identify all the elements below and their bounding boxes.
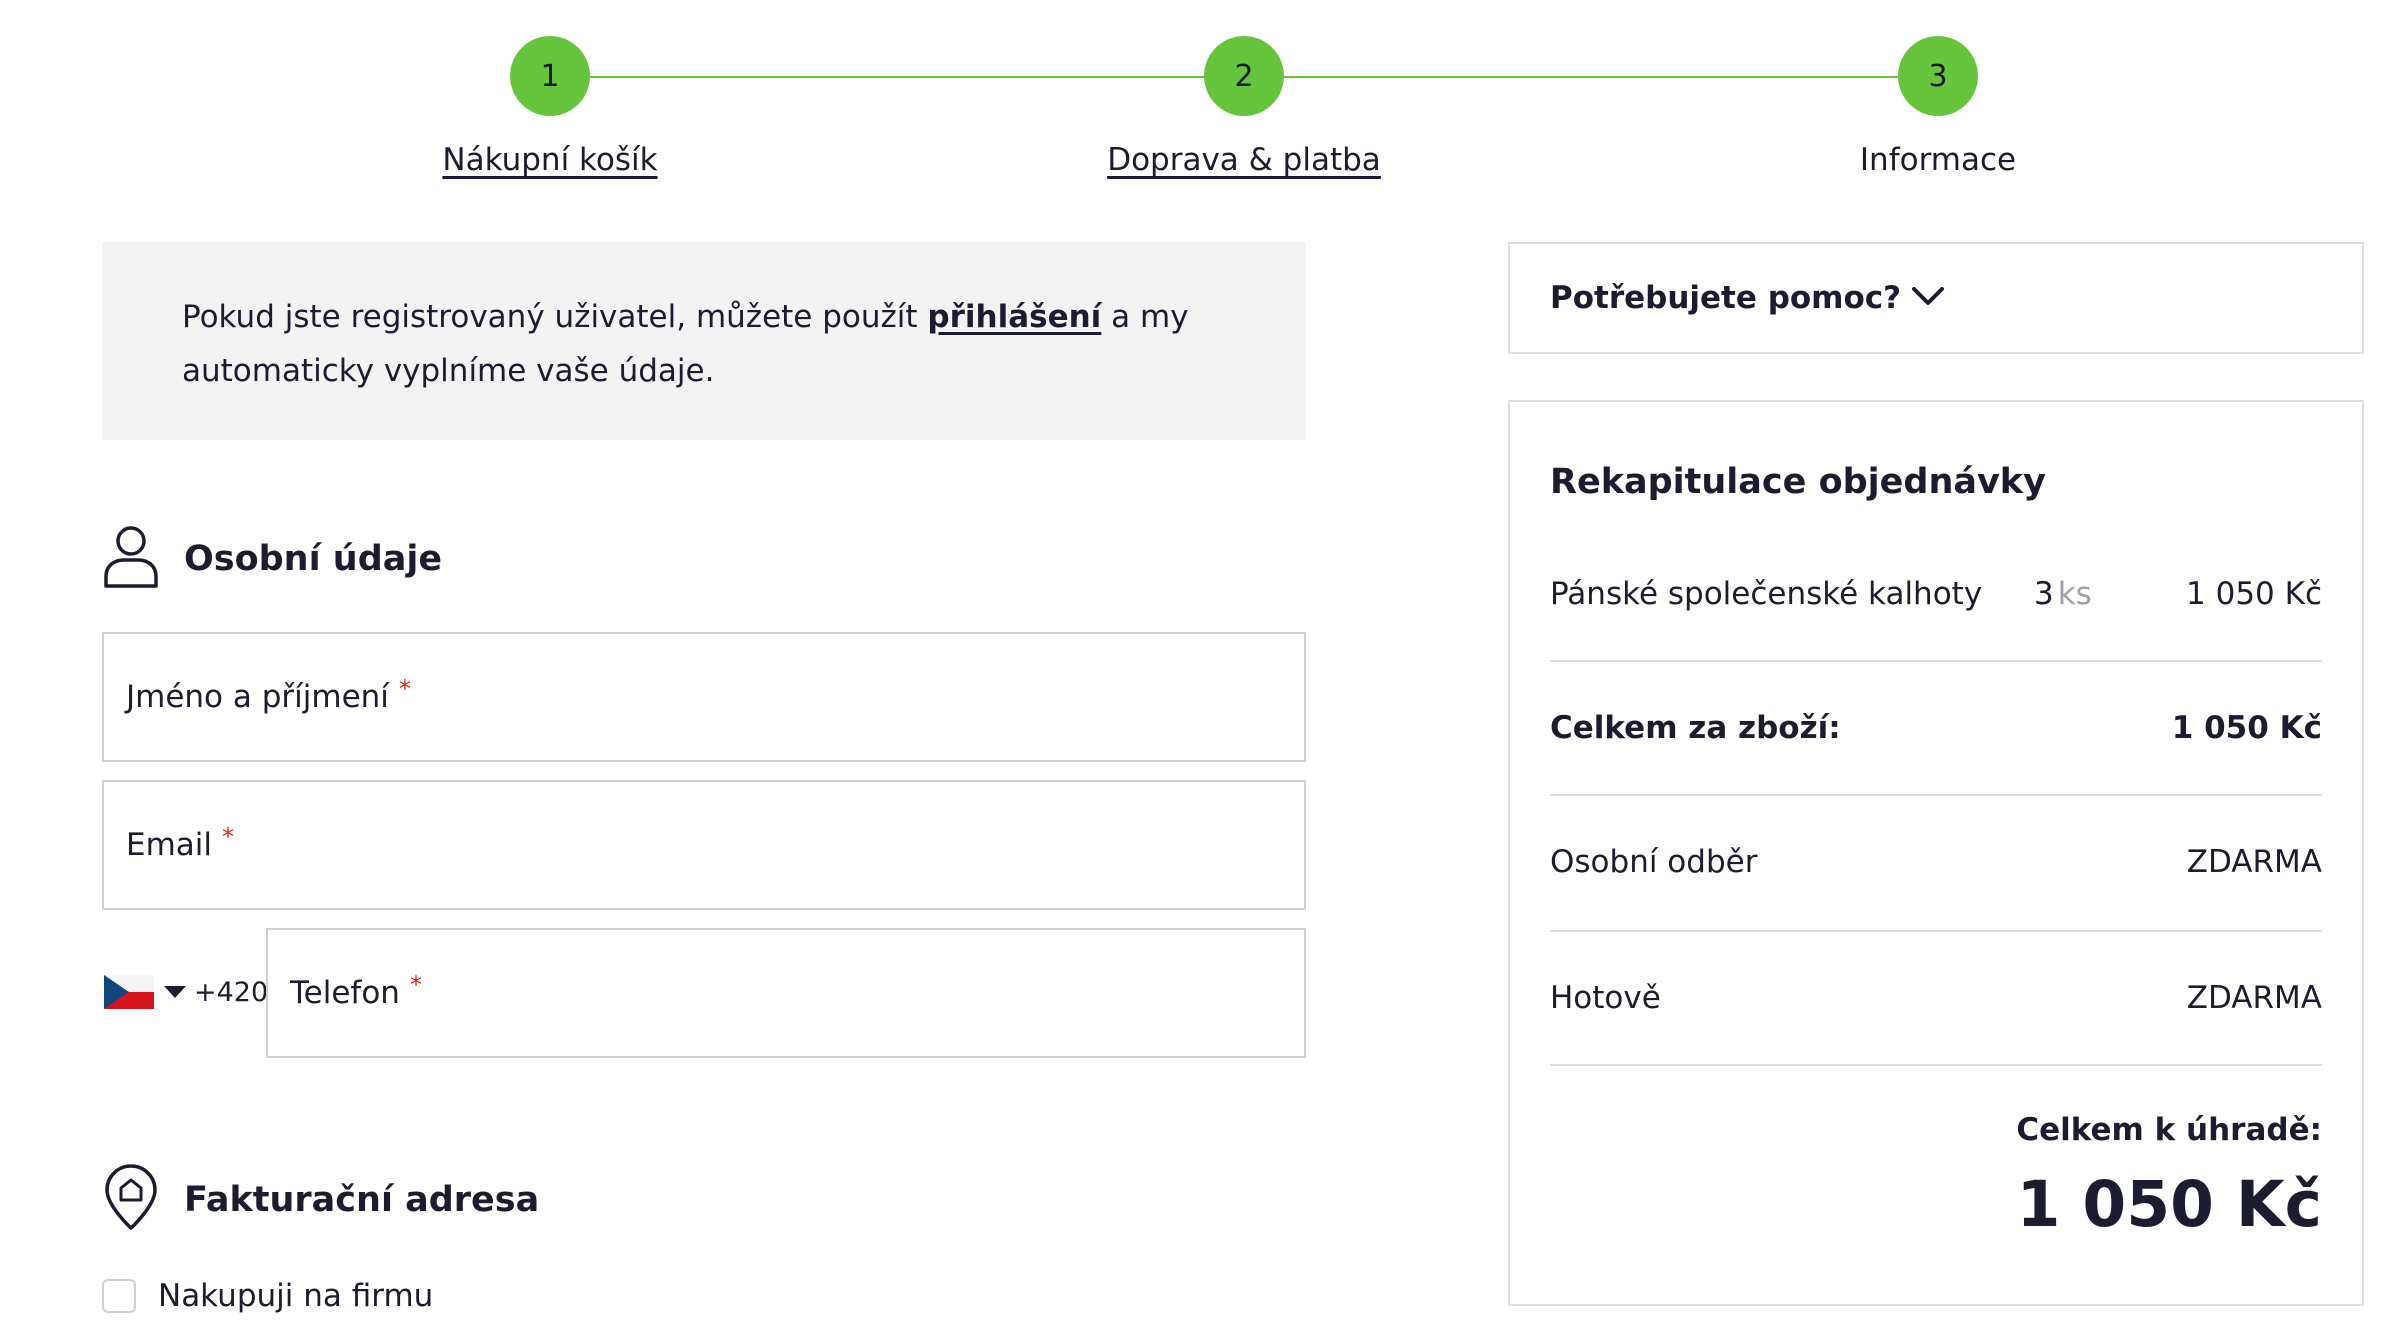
dropdown-caret-icon	[164, 986, 186, 998]
shipping-label: Osobní odběr	[1550, 844, 1758, 880]
summary-title: Rekapitulace objednávky	[1550, 462, 2046, 502]
item-name: Pánské společenské kalhoty	[1550, 576, 1983, 612]
billing-section-header: Fakturační adresa	[102, 1164, 539, 1236]
company-purchase-row[interactable]: Nakupuji na firmu	[102, 1278, 433, 1314]
summary-divider	[1550, 1064, 2322, 1066]
pay-total-label: Celkem k úhradě:	[2016, 1112, 2322, 1148]
country-code-select[interactable]: +420	[104, 975, 268, 1009]
phone-input[interactable]: Telefon *	[266, 928, 1306, 1058]
step-3-circle: 3	[1898, 36, 1978, 116]
item-quantity: 3 ks	[2034, 576, 2092, 612]
item-qty-unit: ks	[2057, 576, 2092, 612]
payment-value: ZDARMA	[2186, 980, 2322, 1016]
billing-section-title: Fakturační adresa	[184, 1180, 540, 1220]
personal-section-title: Osobní údaje	[184, 539, 443, 579]
phone-placeholder: Telefon	[290, 975, 400, 1011]
company-checkbox[interactable]	[102, 1279, 136, 1313]
step-2-link[interactable]: Doprava & platba	[1107, 142, 1381, 178]
step-1-link[interactable]: Nákupní košík	[442, 142, 657, 178]
phone-prefix: +420	[194, 976, 269, 1008]
shipping-value: ZDARMA	[2186, 844, 2322, 880]
step-connector	[590, 76, 1210, 78]
czech-flag-icon	[104, 975, 154, 1009]
required-mark: *	[222, 823, 235, 851]
personal-section-header: Osobní údaje	[102, 524, 442, 594]
required-mark: *	[398, 675, 411, 703]
shipping-row: Osobní odběr ZDARMA	[1550, 844, 2322, 880]
name-input[interactable]: Jméno a příjmení *	[102, 632, 1306, 762]
step-3-label: Informace	[1859, 142, 2017, 178]
required-mark: *	[409, 971, 422, 999]
step-connector	[1284, 76, 1904, 78]
login-notice: Pokud jste registrovaný uživatel, můžete…	[102, 242, 1306, 440]
order-summary: Rekapitulace objednávky Pánské společens…	[1508, 400, 2364, 1306]
summary-divider	[1550, 660, 2322, 662]
payment-row: Hotově ZDARMA	[1550, 980, 2322, 1016]
payment-label: Hotově	[1550, 980, 1661, 1016]
notice-text-before: Pokud jste registrovaný uživatel, můžete…	[182, 299, 928, 335]
chevron-down-icon	[1901, 285, 1945, 311]
help-toggle[interactable]: Potřebujete pomoc?	[1508, 242, 2364, 354]
pay-total-value: 1 050 Kč	[2016, 1168, 2322, 1241]
item-qty-value: 3	[2034, 576, 2054, 612]
help-label: Potřebujete pomoc?	[1550, 280, 1902, 316]
step-2-circle[interactable]: 2	[1204, 36, 1284, 116]
name-placeholder: Jméno a příjmení	[126, 679, 389, 715]
checkout-page: 1 2 3 Nákupní košík Doprava & platba Inf…	[0, 0, 2402, 1336]
location-pin-icon	[102, 1164, 160, 1236]
user-icon	[102, 524, 160, 594]
summary-item-row: Pánské společenské kalhoty 3 ks 1 050 Kč	[1550, 576, 2322, 612]
goods-total-label: Celkem za zboží:	[1550, 710, 1841, 746]
company-checkbox-label[interactable]: Nakupuji na firmu	[158, 1278, 433, 1314]
email-input[interactable]: Email *	[102, 780, 1306, 910]
summary-divider	[1550, 794, 2322, 796]
goods-total-row: Celkem za zboží: 1 050 Kč	[1550, 710, 2322, 746]
step-1-circle[interactable]: 1	[510, 36, 590, 116]
login-link[interactable]: přihlášení	[927, 299, 1101, 335]
summary-divider	[1550, 930, 2322, 932]
email-placeholder: Email	[126, 827, 213, 863]
goods-total-value: 1 050 Kč	[2171, 710, 2322, 746]
item-price: 1 050 Kč	[2186, 576, 2322, 612]
